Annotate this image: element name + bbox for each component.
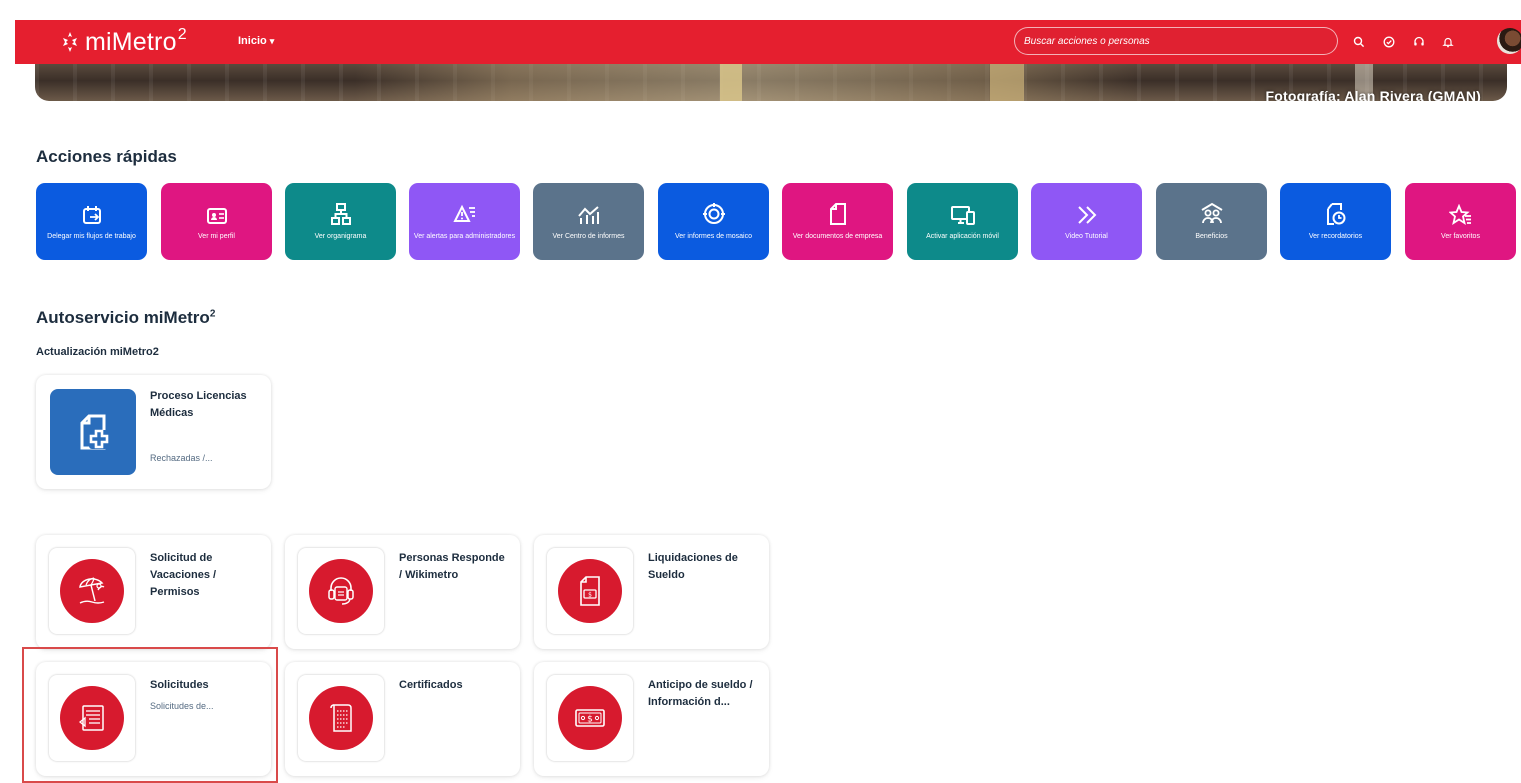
quick-action-label: Ver recordatorios [1308, 233, 1363, 240]
bell-icon[interactable] [1439, 33, 1457, 51]
chevron-down-icon: ▾ [269, 36, 275, 46]
headset-icon[interactable] [1410, 33, 1428, 51]
quick-action-label: Beneficios [1195, 233, 1228, 240]
tile-title: Personas Responde / Wikimetro [399, 552, 505, 581]
quick-action-admin-alerts[interactable]: Ver alertas para administradores [409, 183, 520, 260]
fast-forward-icon [1075, 188, 1099, 226]
beach-umbrella-icon [60, 559, 124, 623]
quick-action-company-docs[interactable]: Ver documentos de empresa [782, 183, 893, 260]
metro-logo-icon [63, 32, 77, 52]
quick-action-label: Ver organigrama [314, 233, 367, 240]
tile-certificates[interactable]: Certificados [285, 662, 520, 776]
quick-action-label: Ver favoritos [1441, 233, 1480, 240]
quick-action-label: Ver documentos de empresa [792, 233, 883, 240]
tile-icon-frame [298, 675, 384, 761]
org-chart-icon [330, 188, 352, 226]
quick-actions-title: Acciones rápidas [36, 147, 177, 166]
tile-icon-frame: $ [547, 548, 633, 634]
quick-action-profile[interactable]: Ver mi perfil [161, 183, 272, 260]
quick-action-org-chart[interactable]: Ver organigrama [285, 183, 396, 260]
check-circle-icon[interactable] [1380, 33, 1398, 51]
calendar-delegate-icon [81, 188, 103, 226]
alert-list-icon [452, 188, 477, 226]
quick-action-benefits[interactable]: Beneficios [1156, 183, 1267, 260]
tile-title: Solicitud de Vacaciones / Permisos [150, 552, 217, 598]
company-logo[interactable]: miMetro 2 [59, 25, 187, 59]
tile-title: Proceso Licencias Médicas [150, 390, 247, 419]
svg-text:$: $ [588, 592, 592, 599]
photo-credit: Fotografía: Alan Rivera (GMAN) [1265, 88, 1481, 101]
quick-action-label: Video Tutorial [1065, 233, 1108, 240]
quick-action-tile-reports[interactable]: Ver informes de mosaico [658, 183, 769, 260]
self-service-title-text: Autoservicio miMetro [36, 308, 210, 327]
tile-title: Anticipo de sueldo / Información d... [648, 679, 753, 708]
tile-title: Certificados [399, 679, 463, 691]
tile-subtitle: Rechazadas /... [150, 453, 213, 463]
quick-action-label: Ver informes de mosaico [674, 233, 753, 240]
target-icon [702, 188, 726, 226]
header-banner-image: Fotografía: Alan Rivera (GMAN) [35, 64, 1507, 101]
quick-action-label: Activar aplicación móvil [926, 233, 999, 240]
tile-salary-advance[interactable]: $ Anticipo de sueldo / Información d... [534, 662, 769, 776]
certificate-icon [309, 686, 373, 750]
tile-icon-frame [49, 548, 135, 634]
medical-document-icon [50, 389, 136, 475]
home-nav-menu[interactable]: Inicio ▾ [238, 35, 274, 47]
quick-action-video-tutorial[interactable]: Video Tutorial [1031, 183, 1142, 260]
selection-highlight [22, 647, 278, 783]
quick-action-label: Ver alertas para administradores [413, 233, 516, 240]
home-nav-label: Inicio [238, 35, 267, 47]
tile-medical-leave[interactable]: Proceso Licencias Médicas Rechazadas /..… [36, 375, 271, 489]
shell-bar: miMetro 2 Inicio ▾ [15, 20, 1521, 64]
self-service-title: Autoservicio miMetro2 [36, 308, 215, 328]
tile-icon-frame [298, 548, 384, 634]
document-icon [828, 188, 848, 226]
search-box[interactable] [1014, 27, 1338, 55]
quick-action-favorites[interactable]: Ver favoritos [1405, 183, 1516, 260]
tile-title: Liquidaciones de Sueldo [648, 552, 738, 581]
quick-action-label: Delegar mis flujos de trabajo [47, 233, 136, 240]
quick-action-label: Ver Centro de informes [552, 233, 625, 240]
id-card-icon [206, 188, 228, 226]
quick-action-report-center[interactable]: Ver Centro de informes [533, 183, 644, 260]
quick-action-mobile-app[interactable]: Activar aplicación móvil [907, 183, 1018, 260]
tile-icon-frame: $ [547, 675, 633, 761]
tile-payslips[interactable]: $ Liquidaciones de Sueldo [534, 535, 769, 649]
support-headset-icon [309, 559, 373, 623]
logo-superscript: 2 [177, 26, 187, 43]
self-service-title-sup: 2 [209, 308, 216, 320]
tile-vacation-request[interactable]: Solicitud de Vacaciones / Permisos [36, 535, 271, 649]
search-input[interactable] [1022, 35, 1326, 48]
quick-action-label: Ver mi perfil [198, 233, 235, 240]
quick-action-delegate[interactable]: Delegar mis flujos de trabajo [36, 183, 147, 260]
svg-text:$: $ [587, 715, 593, 725]
money-bill-icon: $ [558, 686, 622, 750]
tile-people-response[interactable]: Personas Responde / Wikimetro [285, 535, 520, 649]
devices-icon [950, 188, 976, 226]
people-group-icon [1199, 188, 1225, 226]
chart-icon [577, 188, 601, 226]
quick-action-reminders[interactable]: Ver recordatorios [1280, 183, 1391, 260]
group-label: Actualización miMetro2 [36, 346, 159, 358]
payslip-icon: $ [558, 559, 622, 623]
star-list-icon [1448, 188, 1473, 226]
logo-text: miMetro [85, 27, 177, 56]
search-icon[interactable] [1350, 33, 1368, 51]
reminder-icon [1325, 188, 1347, 226]
avatar[interactable] [1497, 28, 1521, 54]
